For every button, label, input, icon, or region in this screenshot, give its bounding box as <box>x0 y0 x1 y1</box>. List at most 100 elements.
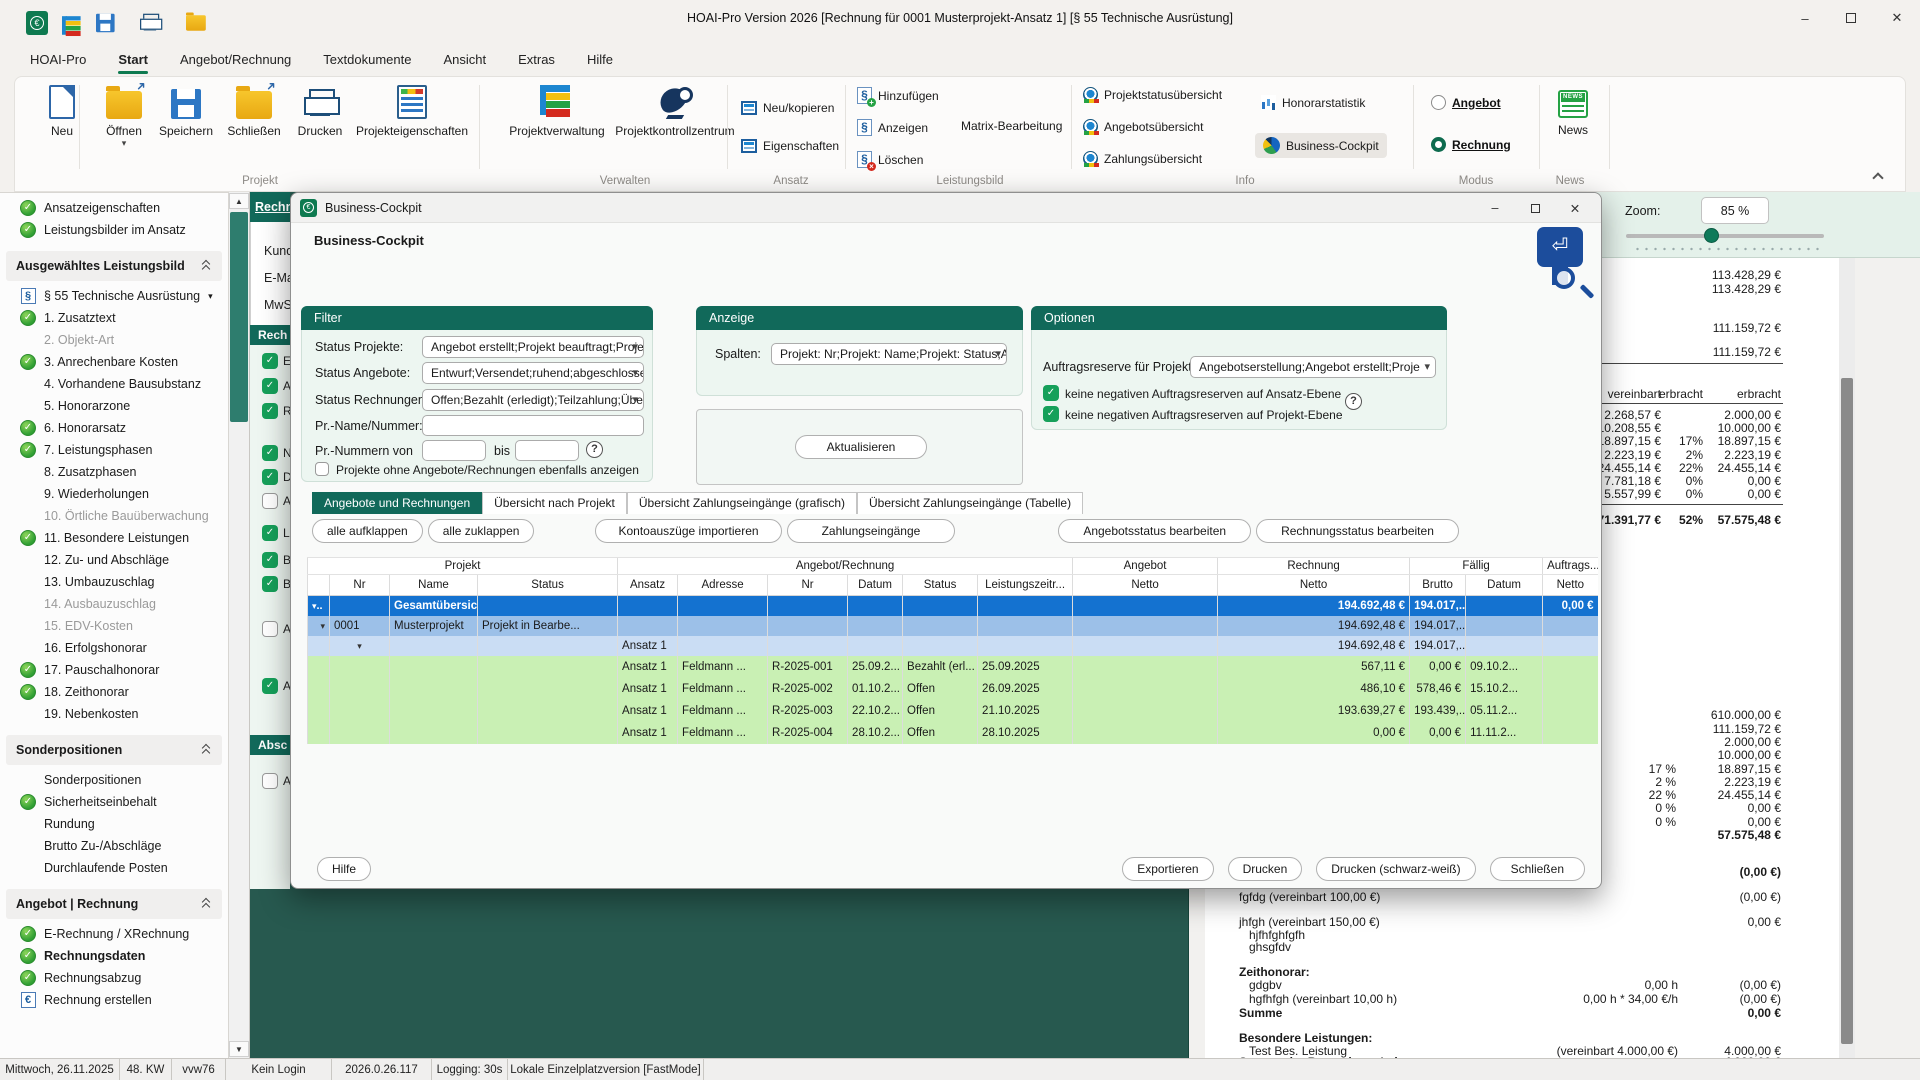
help-icon[interactable]: ? <box>586 441 603 458</box>
checkbox-unchecked-icon[interactable] <box>262 493 278 509</box>
checkbox-checked-icon[interactable]: ✓ <box>262 445 278 461</box>
minimize-button[interactable]: – <box>1782 0 1828 36</box>
pr-nummern-bis-input[interactable] <box>515 440 579 461</box>
checkbox-checked-icon[interactable]: ✓ <box>262 576 278 592</box>
checkbox-checked-icon[interactable]: ✓ <box>262 353 278 369</box>
table-row-rechnung[interactable]: Ansatz 1Feldmann ... R-2025-00322.10.2..… <box>308 700 1598 722</box>
tab-angebot-rechnung[interactable]: Angebot/Rechnung <box>168 46 303 76</box>
tab-textdokumente[interactable]: Textdokumente <box>311 46 423 76</box>
checkbox-checked-icon[interactable]: ✓ <box>262 378 278 394</box>
zoom-value[interactable]: 85 % <box>1701 197 1769 224</box>
eigenschaften-button[interactable]: Eigenschaften <box>741 139 839 153</box>
loeschen-button[interactable]: §× Löschen <box>857 151 923 168</box>
sidebar-item[interactable]: ✓Rechnungsabzug <box>0 967 228 989</box>
pr-name-input[interactable] <box>422 415 644 436</box>
projektkontrollzentrum-button[interactable]: Projektkontrollzentrum <box>605 85 745 169</box>
zahlungsuebersicht-button[interactable]: Zahlungsübersicht <box>1083 151 1202 166</box>
alle-zuklappen-button[interactable]: alle zuklappen <box>428 519 535 543</box>
sidebar-item[interactable]: 9. Wiederholungen <box>0 483 228 505</box>
pr-nummern-von-input[interactable] <box>422 440 486 461</box>
sidebar-item-rechnungsdaten[interactable]: ✓Rechnungsdaten <box>0 945 228 967</box>
sidebar-section-sonderpositionen[interactable]: Sonderpositionen <box>6 735 222 765</box>
sidebar-item[interactable]: 12. Zu- und Abschläge <box>0 549 228 571</box>
auftragsreserve-dropdown[interactable]: Angebotserstellung;Angebot erstellt;Proj… <box>1190 356 1436 378</box>
table-row-ansatz[interactable]: ▾ Ansatz 1 194.692,48 € 194.017,... <box>308 636 1598 656</box>
business-cockpit-button[interactable]: Business-Cockpit <box>1255 133 1387 158</box>
table-row-rechnung[interactable]: Ansatz 1Feldmann ... R-2025-00428.10.2..… <box>308 722 1598 744</box>
ansatz-ebene-checkbox[interactable]: ✓ <box>1043 385 1059 401</box>
sidebar-item[interactable]: ✓Leistungsbilder im Ansatz <box>0 219 228 241</box>
modus-angebot-radio[interactable]: Angebot <box>1431 95 1501 110</box>
checkbox-checked-icon[interactable]: ✓ <box>262 552 278 568</box>
sidebar-item[interactable]: ✓1. Zusatztext <box>0 307 228 329</box>
scrollbar-thumb[interactable] <box>230 212 248 422</box>
zoom-slider-thumb[interactable] <box>1704 228 1719 243</box>
sidebar-item[interactable]: ✓Ansatzeigenschaften <box>0 197 228 219</box>
zoom-slider[interactable] <box>1626 234 1824 238</box>
maximize-button[interactable] <box>1828 0 1874 36</box>
help-icon[interactable]: ? <box>1345 393 1362 410</box>
sidebar-item[interactable]: 13. Umbauzuschlag <box>0 571 228 593</box>
schliessen-button[interactable]: Schließen <box>1490 857 1585 881</box>
dialog-close-icon[interactable]: ✕ <box>1555 193 1595 223</box>
scroll-up-icon[interactable]: ▲ <box>229 193 249 209</box>
tab-zahlungseingaenge-tabelle[interactable]: Übersicht Zahlungseingänge (Tabelle) <box>857 492 1083 514</box>
sidebar-item[interactable]: Rundung <box>0 813 228 835</box>
preview-scrollbar[interactable] <box>1839 258 1855 1058</box>
collapse-row-icon[interactable]: ▾‥ <box>312 601 323 611</box>
sidebar-item-leistungsbild[interactable]: §§ 55 Technische Ausrüstung▾ <box>0 285 228 307</box>
spalten-dropdown[interactable]: Projekt: Nr;Projekt: Name;Projekt: Statu… <box>771 343 1007 365</box>
sidebar-item[interactable]: Sonderpositionen <box>0 769 228 791</box>
modus-rechnung-radio[interactable]: Rechnung <box>1431 137 1511 152</box>
tab-hoai-pro[interactable]: HOAI-Pro <box>18 46 98 76</box>
scroll-down-icon[interactable]: ▼ <box>229 1041 249 1057</box>
background-tab-rechnungsdaten[interactable]: Rechnun <box>250 192 290 222</box>
angebotsstatus-bearbeiten-button[interactable]: Angebotsstatus bearbeiten <box>1058 519 1251 543</box>
hinzufuegen-button[interactable]: §+ Hinzufügen <box>857 87 939 104</box>
honorarstatistik-button[interactable]: Honorarstatistik <box>1261 95 1365 110</box>
hilfe-button[interactable]: Hilfe <box>317 857 371 881</box>
collapse-row-icon[interactable]: ▾ <box>320 621 325 631</box>
sidebar-item[interactable]: ✓17. Pauschalhonorar <box>0 659 228 681</box>
angebotsuebersicht-button[interactable]: Angebotsübersicht <box>1083 119 1203 134</box>
sidebar-item[interactable]: ✓7. Leistungsphasen <box>0 439 228 461</box>
sidebar-item[interactable]: Durchlaufende Posten <box>0 857 228 879</box>
sidebar-item[interactable]: 4. Vorhandene Bausubstanz <box>0 373 228 395</box>
checkbox-checked-icon[interactable]: ✓ <box>262 525 278 541</box>
status-projekte-dropdown[interactable]: Angebot erstellt;Projekt beauftragt;Proj… <box>422 336 644 358</box>
projekte-ohne-checkbox[interactable] <box>315 462 329 476</box>
neu-kopieren-button[interactable]: Neu/kopieren <box>741 101 834 115</box>
sidebar-item[interactable]: 10. Örtliche Bauüberwachung <box>0 505 228 527</box>
checkbox-checked-icon[interactable]: ✓ <box>262 403 278 419</box>
collapse-row-icon[interactable]: ▾ <box>357 641 362 651</box>
sidebar-item[interactable]: 2. Objekt-Art <box>0 329 228 351</box>
dialog-titlebar[interactable]: € Business-Cockpit – ✕ <box>291 193 1601 223</box>
tab-extras[interactable]: Extras <box>506 46 567 76</box>
checkbox-checked-icon[interactable]: ✓ <box>262 678 278 694</box>
aktualisieren-button[interactable]: Aktualisieren <box>795 435 927 459</box>
sidebar-item[interactable]: 19. Nebenkosten <box>0 703 228 725</box>
sidebar-item[interactable]: ✓Sicherheitseinbehalt <box>0 791 228 813</box>
exportieren-button[interactable]: Exportieren <box>1122 857 1213 881</box>
table-row-rechnung[interactable]: Ansatz 1Feldmann ... R-2025-00125.09.2..… <box>308 656 1598 678</box>
tab-zahlungseingaenge-grafisch[interactable]: Übersicht Zahlungseingänge (grafisch) <box>627 492 857 514</box>
rechnungsstatus-bearbeiten-button[interactable]: Rechnungsstatus bearbeiten <box>1256 519 1459 543</box>
tab-hilfe[interactable]: Hilfe <box>575 46 625 76</box>
checkbox-unchecked-icon[interactable] <box>262 621 278 637</box>
sidebar-item[interactable]: ✓11. Besondere Leistungen <box>0 527 228 549</box>
sidebar-scrollbar[interactable]: ▲ ▼ <box>228 192 250 1058</box>
checkbox-checked-icon[interactable]: ✓ <box>262 469 278 485</box>
sidebar-item[interactable]: 14. Ausbauzuschlag <box>0 593 228 615</box>
projekt-ebene-checkbox[interactable]: ✓ <box>1043 406 1059 422</box>
sidebar-item[interactable]: ✓6. Honorarsatz <box>0 417 228 439</box>
zahlungseingaenge-button[interactable]: Zahlungseingänge <box>787 519 956 543</box>
table-row-gesamt[interactable]: ▾‥ Gesamtübersicht 194.692,48 € 194.017,… <box>308 596 1598 616</box>
sidebar-item[interactable]: Brutto Zu-/Abschläge <box>0 835 228 857</box>
sidebar-item[interactable]: 5. Honorarzone <box>0 395 228 417</box>
sidebar-item[interactable]: €Rechnung erstellen <box>0 989 228 1011</box>
sidebar-item[interactable]: 8. Zusatzphasen <box>0 461 228 483</box>
table-row-rechnung[interactable]: Ansatz 1Feldmann ... R-2025-00201.10.2..… <box>308 678 1598 700</box>
drucken-sw-button[interactable]: Drucken (schwarz-weiß) <box>1316 857 1475 881</box>
projektverwaltung-button[interactable]: Projektverwaltung <box>497 85 617 169</box>
drucken-button[interactable]: Drucken <box>1228 857 1303 881</box>
